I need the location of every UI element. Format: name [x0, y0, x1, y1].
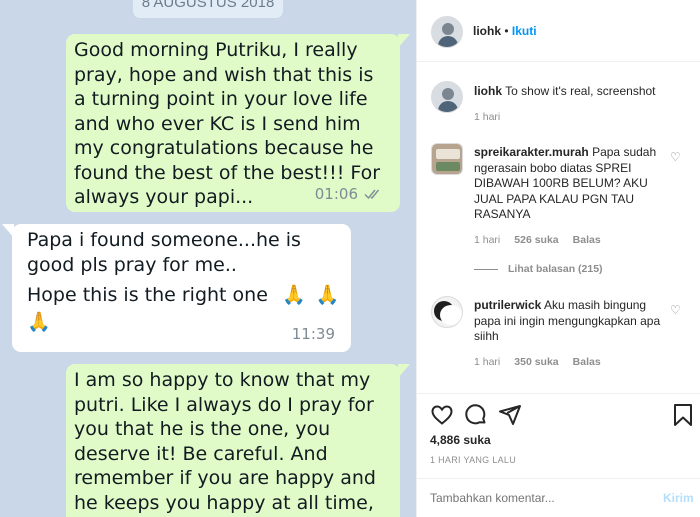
caption-time: 1 hari — [474, 111, 501, 123]
message-meta: 01:06 — [315, 182, 384, 207]
avatar-body — [438, 101, 458, 112]
post-time: 1 HARI YANG LALU — [430, 455, 516, 465]
message-time: 11:39 — [291, 324, 335, 343]
username-link[interactable]: spreikarakter.murah — [474, 145, 589, 159]
caption: liohk To show it's real, screenshot — [474, 84, 689, 100]
avatar-head — [442, 23, 454, 35]
avatar-head — [436, 149, 460, 159]
avatar[interactable] — [431, 296, 463, 328]
date-chip: 8 AUGUSTUS 2018 — [133, 0, 283, 18]
avatar-body — [436, 162, 460, 171]
bookmark-icon[interactable] — [673, 403, 693, 427]
comment-time: 1 hari — [474, 356, 501, 368]
instagram-panel: liohk • Ikuti liohk To show it's real, s… — [416, 0, 700, 517]
header-user: liohk • Ikuti — [473, 24, 537, 38]
comment-icon[interactable] — [464, 403, 488, 427]
comment: spreikarakter.murah Papa sudah ngerasain… — [474, 145, 670, 223]
reply-button[interactable]: Balas — [573, 356, 601, 368]
heart-icon[interactable]: ♡ — [670, 150, 681, 164]
comment-box: Kirim — [417, 478, 700, 517]
message-line: Hope this is the right one 🙏 🙏 — [27, 283, 341, 308]
double-check-icon — [364, 189, 380, 199]
replies-line — [474, 268, 498, 270]
view-replies[interactable]: Lihat balasan (215) — [474, 263, 603, 275]
comment: putrilerwick Aku masih bingung papa ini … — [474, 298, 670, 345]
message-bubble-incoming: Papa i found someone...he is good pls pr… — [2, 224, 351, 352]
avatar-body — [440, 305, 462, 325]
comment-likes[interactable]: 526 suka — [514, 234, 558, 246]
bubble-tail — [398, 364, 410, 378]
reply-button[interactable]: Balas — [573, 234, 601, 246]
message-bubble-outgoing: Good morning Putriku, I really pray, hop… — [66, 34, 410, 212]
comment-meta: 1 hari 350 suka Balas — [474, 356, 601, 368]
post-button[interactable]: Kirim — [663, 491, 694, 505]
username-link[interactable]: liohk — [474, 84, 502, 98]
message-text: Papa i found someone...he is good pls pr… — [27, 229, 301, 276]
message-text-2: Hope this is the right one — [27, 284, 268, 306]
separator-dot: • — [504, 24, 509, 38]
message-text: I am so happy to know that my putri. Lik… — [74, 369, 376, 517]
message-meta: 11:39 — [292, 322, 335, 347]
chat-screenshot: 8 AUGUSTUS 2018 Good morning Putriku, I … — [0, 0, 416, 517]
avatar[interactable] — [431, 81, 463, 113]
comment-input[interactable] — [430, 489, 640, 507]
bubble-tail — [398, 34, 410, 48]
avatar[interactable] — [431, 143, 463, 175]
heart-icon[interactable] — [430, 403, 454, 427]
username-link[interactable]: putrilerwick — [474, 298, 541, 312]
post-header: liohk • Ikuti — [417, 0, 700, 62]
praying-hands-emoji: 🙏 — [315, 284, 340, 306]
message-bubble-outgoing: I am so happy to know that my putri. Lik… — [66, 364, 410, 517]
praying-hands-emoji: 🙏 — [281, 284, 306, 306]
username-link[interactable]: liohk — [473, 24, 501, 38]
avatar-head — [442, 88, 454, 100]
avatar-body — [438, 36, 458, 47]
bubble-tail — [2, 224, 14, 238]
view-replies-label: Lihat balasan (215) — [508, 263, 603, 275]
comment-likes[interactable]: 350 suka — [514, 356, 558, 368]
comment-time: 1 hari — [474, 234, 501, 246]
caption-text: To show it's real, screenshot — [505, 84, 656, 98]
avatar[interactable] — [431, 16, 463, 48]
likes-count[interactable]: 4,886 suka — [430, 433, 491, 447]
share-icon[interactable] — [498, 403, 522, 427]
follow-button[interactable]: Ikuti — [512, 24, 537, 38]
heart-icon[interactable]: ♡ — [670, 303, 681, 317]
message-time: 01:06 — [314, 184, 358, 203]
comment-meta: 1 hari 526 suka Balas — [474, 234, 601, 246]
